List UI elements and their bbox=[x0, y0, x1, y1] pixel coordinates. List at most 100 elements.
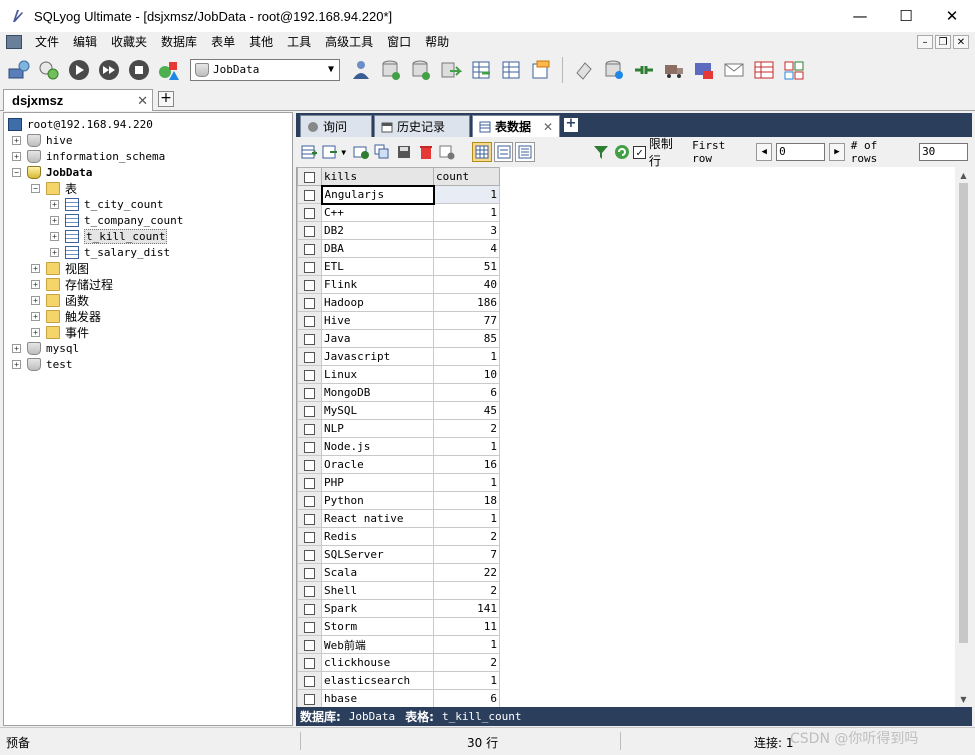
cell-kills[interactable]: Spark bbox=[321, 599, 434, 618]
table-row[interactable]: DBA 4 bbox=[297, 239, 500, 258]
table-row[interactable]: Flink 40 bbox=[297, 275, 500, 294]
close-icon[interactable]: ✕ bbox=[543, 120, 553, 134]
cell-kills[interactable]: Linux bbox=[321, 365, 434, 384]
previous-page-button[interactable]: ◀ bbox=[756, 143, 773, 161]
tree-folder-functions[interactable]: + 函数 bbox=[31, 292, 89, 308]
row-select-cell[interactable] bbox=[297, 203, 322, 222]
cell-count[interactable]: 186 bbox=[433, 293, 500, 312]
refresh-button[interactable] bbox=[614, 143, 632, 161]
cell-kills[interactable]: Hadoop bbox=[321, 293, 434, 312]
cell-count[interactable]: 22 bbox=[433, 563, 500, 582]
menu-other[interactable]: 其他 bbox=[242, 32, 280, 52]
add-connection-tab-button[interactable]: + bbox=[158, 91, 174, 107]
expand-icon[interactable]: + bbox=[31, 295, 40, 305]
expand-icon[interactable]: + bbox=[50, 231, 59, 241]
table-row[interactable]: React native 1 bbox=[297, 509, 500, 528]
row-select-cell[interactable] bbox=[297, 689, 322, 707]
row-checkbox[interactable] bbox=[304, 315, 315, 327]
table-row[interactable]: Storm 11 bbox=[297, 617, 500, 636]
add-tab-button[interactable]: + bbox=[564, 117, 578, 132]
form-view-button[interactable] bbox=[493, 142, 514, 162]
table-row[interactable]: Hadoop 186 bbox=[297, 293, 500, 312]
filter-button[interactable] bbox=[592, 143, 610, 161]
table-row[interactable]: Scala 22 bbox=[297, 563, 500, 582]
expand-icon[interactable]: + bbox=[50, 199, 59, 209]
table-row[interactable]: NLP 2 bbox=[297, 419, 500, 438]
cell-count[interactable]: 85 bbox=[433, 329, 500, 348]
expand-icon[interactable]: + bbox=[31, 263, 40, 273]
expand-icon[interactable]: + bbox=[12, 359, 21, 369]
cell-count[interactable]: 51 bbox=[433, 257, 500, 276]
table-row[interactable]: elasticsearch 1 bbox=[297, 671, 500, 690]
cell-kills[interactable]: NLP bbox=[321, 419, 434, 438]
table-row[interactable]: clickhouse 2 bbox=[297, 653, 500, 672]
row-select-cell[interactable] bbox=[297, 563, 322, 582]
menu-edit[interactable]: 编辑 bbox=[66, 32, 104, 52]
row-checkbox[interactable] bbox=[304, 297, 315, 309]
cell-kills[interactable]: React native bbox=[321, 509, 434, 528]
schema-designer-button[interactable] bbox=[156, 57, 182, 83]
row-checkbox[interactable] bbox=[304, 513, 315, 525]
tree-db-test[interactable]: + test bbox=[12, 356, 73, 372]
cell-kills[interactable]: DB2 bbox=[321, 221, 434, 240]
cell-count[interactable]: 2 bbox=[433, 653, 500, 672]
expand-icon[interactable]: + bbox=[31, 327, 40, 337]
rows-count-input[interactable]: 30 bbox=[919, 143, 969, 161]
row-select-cell[interactable] bbox=[297, 437, 322, 456]
tree-table-t-kill-count[interactable]: + t_kill_count bbox=[50, 228, 168, 244]
expand-icon[interactable]: + bbox=[12, 343, 21, 353]
database-sync-button[interactable] bbox=[601, 57, 627, 83]
row-checkbox[interactable] bbox=[304, 477, 315, 489]
row-select-cell[interactable] bbox=[297, 671, 322, 690]
cell-kills[interactable]: Oracle bbox=[321, 455, 434, 474]
scrollbar-thumb[interactable] bbox=[959, 183, 968, 643]
table-row[interactable]: MongoDB 6 bbox=[297, 383, 500, 402]
cell-kills[interactable]: SQLServer bbox=[321, 545, 434, 564]
collapse-icon[interactable]: − bbox=[31, 183, 40, 193]
cell-kills[interactable]: Hive bbox=[321, 311, 434, 330]
row-select-cell[interactable] bbox=[297, 365, 322, 384]
tree-folder-views[interactable]: + 视图 bbox=[31, 260, 89, 276]
column-header-kills[interactable]: kills bbox=[321, 167, 434, 186]
sql-formatter-button[interactable] bbox=[571, 57, 597, 83]
row-select-cell[interactable] bbox=[297, 635, 322, 654]
export-grid-button[interactable] bbox=[322, 143, 340, 161]
collapse-icon[interactable]: − bbox=[12, 167, 21, 177]
row-select-cell[interactable] bbox=[297, 545, 322, 564]
row-select-cell[interactable] bbox=[297, 185, 322, 204]
import-data-button[interactable] bbox=[468, 57, 494, 83]
row-select-cell[interactable] bbox=[297, 293, 322, 312]
tree-db-hive[interactable]: + hive bbox=[12, 132, 73, 148]
table-row[interactable]: Java 85 bbox=[297, 329, 500, 348]
table-row[interactable]: DB2 3 bbox=[297, 221, 500, 240]
stop-query-button[interactable] bbox=[126, 57, 152, 83]
row-checkbox[interactable] bbox=[304, 333, 315, 345]
database-select[interactable]: JobData ▼ bbox=[190, 58, 340, 81]
table-row[interactable]: SQLServer 7 bbox=[297, 545, 500, 564]
row-select-cell[interactable] bbox=[297, 527, 322, 546]
cell-kills[interactable]: MongoDB bbox=[321, 383, 434, 402]
row-checkbox[interactable] bbox=[304, 531, 315, 543]
select-all-checkbox[interactable] bbox=[304, 171, 315, 183]
tab-query[interactable]: 询问 bbox=[300, 115, 372, 137]
cell-count[interactable]: 1 bbox=[433, 473, 500, 492]
tree-folder-tables[interactable]: − 表 bbox=[31, 180, 77, 196]
copy-database-button[interactable] bbox=[438, 57, 464, 83]
menu-file[interactable]: 文件 bbox=[28, 32, 66, 52]
tree-db-mysql[interactable]: + mysql bbox=[12, 340, 79, 356]
row-checkbox[interactable] bbox=[304, 621, 315, 633]
tree-db-jobdata[interactable]: − JobData bbox=[12, 164, 92, 180]
row-checkbox[interactable] bbox=[304, 243, 315, 255]
row-checkbox[interactable] bbox=[304, 603, 315, 615]
row-checkbox[interactable] bbox=[304, 657, 315, 669]
cell-kills[interactable]: hbase bbox=[321, 689, 434, 707]
report-button[interactable] bbox=[751, 57, 777, 83]
tab-history[interactable]: 历史记录 bbox=[374, 115, 470, 137]
cell-kills[interactable]: Scala bbox=[321, 563, 434, 582]
row-select-cell[interactable] bbox=[297, 275, 322, 294]
tree-folder-triggers[interactable]: + 触发器 bbox=[31, 308, 101, 324]
expand-icon[interactable]: + bbox=[12, 135, 21, 145]
execute-all-button[interactable] bbox=[96, 57, 122, 83]
cell-kills[interactable]: Java bbox=[321, 329, 434, 348]
row-checkbox[interactable] bbox=[304, 423, 315, 435]
